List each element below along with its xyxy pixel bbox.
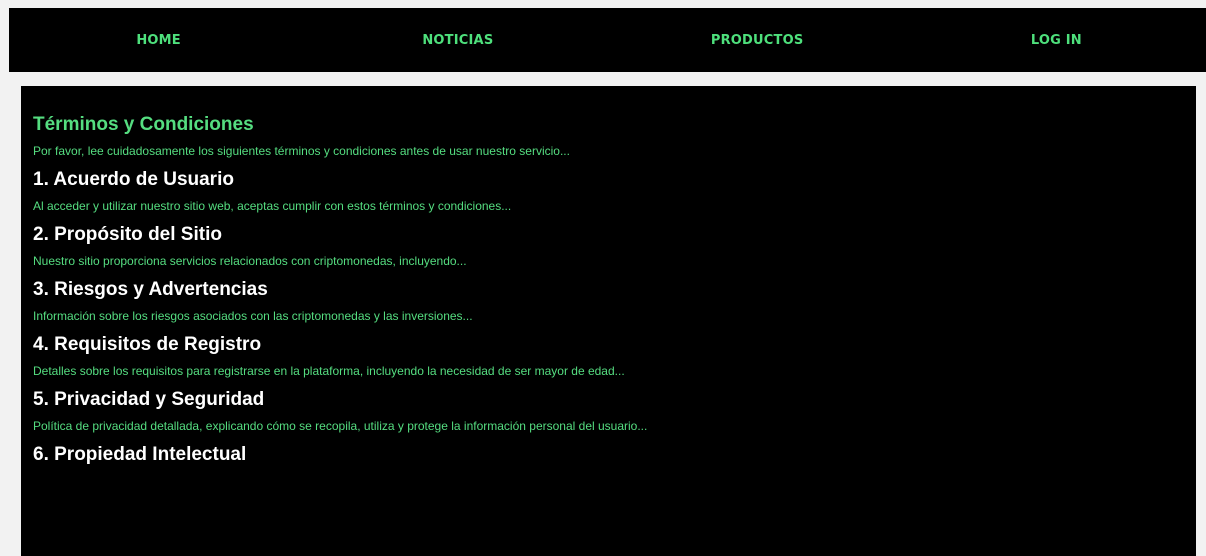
nav-login-link[interactable]: LOG IN — [907, 33, 1206, 48]
section-heading-intellectual-property: 6. Propiedad Intelectual — [33, 444, 247, 465]
terms-content: Términos y Condiciones Por favor, lee cu… — [21, 86, 1196, 556]
section-text-user-agreement: Al acceder y utilizar nuestro sitio web,… — [33, 199, 512, 213]
section-heading-privacy: 5. Privacidad y Seguridad — [33, 389, 265, 410]
section-heading-risks: 3. Riesgos y Advertencias — [33, 279, 268, 300]
nav-noticias-link[interactable]: NOTICIAS — [308, 33, 607, 48]
top-nav: HOME NOTICIAS PRODUCTOS LOG IN — [9, 8, 1206, 72]
page-title: Términos y Condiciones — [33, 114, 254, 135]
intro-text: Por favor, lee cuidadosamente los siguie… — [33, 144, 570, 158]
section-text-site-purpose: Nuestro sitio proporciona servicios rela… — [33, 254, 467, 268]
section-heading-user-agreement: 1. Acuerdo de Usuario — [33, 169, 234, 190]
nav-productos-link[interactable]: PRODUCTOS — [608, 33, 907, 48]
section-heading-site-purpose: 2. Propósito del Sitio — [33, 224, 222, 245]
nav-home-link[interactable]: HOME — [9, 33, 308, 48]
section-heading-registration: 4. Requisitos de Registro — [33, 334, 262, 355]
section-text-privacy: Política de privacidad detallada, explic… — [33, 419, 648, 433]
section-text-registration: Detalles sobre los requisitos para regis… — [33, 364, 625, 378]
section-text-risks: Información sobre los riesgos asociados … — [33, 309, 473, 323]
